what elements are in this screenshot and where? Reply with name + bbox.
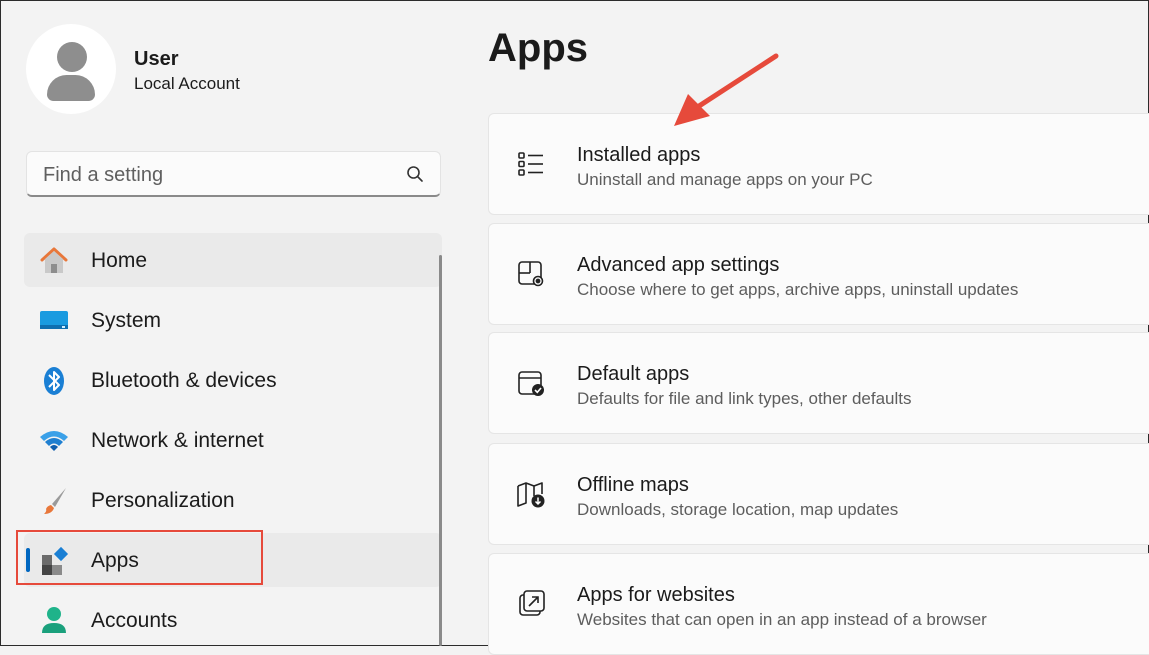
wifi-icon bbox=[38, 425, 70, 457]
system-icon bbox=[38, 305, 70, 337]
sidebar-item-system[interactable]: System bbox=[24, 293, 442, 347]
annotation-arrow bbox=[674, 53, 779, 126]
sidebar-item-label: System bbox=[91, 309, 162, 332]
map-download-icon bbox=[515, 478, 547, 510]
card-description: Websites that can open in an app instead… bbox=[577, 610, 987, 629]
card-apps-for-websites[interactable]: Apps for websites Websites that can open… bbox=[488, 553, 1149, 655]
search-icon[interactable] bbox=[406, 165, 424, 188]
sidebar-item-accounts[interactable]: Accounts bbox=[24, 593, 442, 647]
default-apps-icon bbox=[515, 367, 547, 399]
bluetooth-icon bbox=[38, 365, 70, 397]
sidebar-scrollbar[interactable] bbox=[439, 255, 442, 646]
accounts-icon bbox=[38, 605, 70, 637]
sidebar-item-label: Accounts bbox=[91, 609, 178, 632]
home-icon bbox=[38, 245, 70, 277]
sidebar-item-label: Personalization bbox=[91, 489, 235, 512]
page-title: Apps bbox=[488, 26, 588, 70]
brush-icon bbox=[38, 485, 70, 517]
account-type: Local Account bbox=[134, 74, 240, 93]
card-title: Apps for websites bbox=[577, 584, 735, 606]
card-title: Advanced app settings bbox=[577, 254, 780, 276]
search-input[interactable] bbox=[41, 160, 395, 190]
card-title: Offline maps bbox=[577, 474, 689, 496]
search-box[interactable] bbox=[26, 151, 441, 197]
sidebar-item-label: Network & internet bbox=[91, 429, 264, 452]
card-title: Default apps bbox=[577, 363, 690, 385]
open-external-icon bbox=[515, 588, 547, 620]
list-icon bbox=[515, 148, 547, 180]
avatar[interactable] bbox=[26, 24, 116, 114]
card-advanced-app-settings[interactable]: Advanced app settings Choose where to ge… bbox=[488, 223, 1149, 325]
sidebar-item-bluetooth[interactable]: Bluetooth & devices bbox=[24, 353, 442, 407]
app-settings-icon bbox=[515, 258, 547, 290]
sidebar-item-home[interactable]: Home bbox=[24, 233, 442, 287]
user-name: User bbox=[134, 48, 179, 70]
annotation-highlight-box bbox=[16, 530, 263, 585]
card-description: Defaults for file and link types, other … bbox=[577, 389, 912, 408]
card-description: Downloads, storage location, map updates bbox=[577, 500, 899, 519]
card-default-apps[interactable]: Default apps Defaults for file and link … bbox=[488, 332, 1149, 434]
sidebar-item-personalization[interactable]: Personalization bbox=[24, 473, 442, 527]
sidebar-item-label: Bluetooth & devices bbox=[91, 369, 277, 392]
sidebar-item-network[interactable]: Network & internet bbox=[24, 413, 442, 467]
card-offline-maps[interactable]: Offline maps Downloads, storage location… bbox=[488, 443, 1149, 545]
sidebar-item-label: Home bbox=[91, 249, 148, 272]
card-description: Uninstall and manage apps on your PC bbox=[577, 170, 873, 189]
card-description: Choose where to get apps, archive apps, … bbox=[577, 280, 1019, 299]
card-title: Installed apps bbox=[577, 144, 701, 166]
card-installed-apps[interactable]: Installed apps Uninstall and manage apps… bbox=[488, 113, 1149, 215]
